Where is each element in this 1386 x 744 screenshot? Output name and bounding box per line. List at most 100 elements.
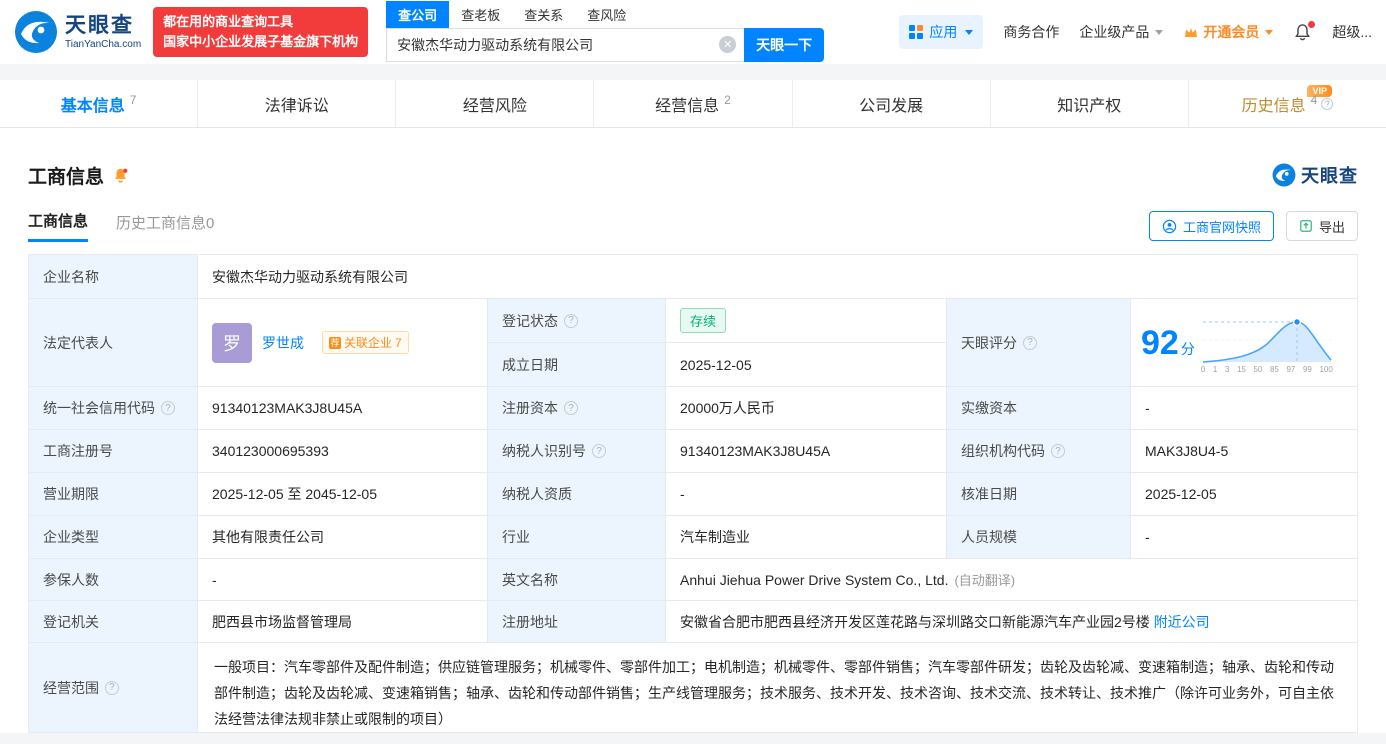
apps-menu[interactable]: 应用	[899, 15, 983, 49]
field-value-reg-authority: 肥西县市场监督管理局	[198, 601, 488, 643]
field-label-legal-rep: 法定代表人	[29, 299, 198, 387]
field-label-tyc-score: 天眼评分?	[947, 299, 1131, 387]
company-tabs: 基本信息 7 法律诉讼 经营风险 经营信息 2 公司发展 知识产权 VIP 历史…	[0, 80, 1386, 128]
field-label-reg-capital: 注册资本?	[488, 387, 666, 430]
field-value-credit-code: 91340123MAK3J8U45A	[198, 387, 488, 430]
crown-icon	[1183, 25, 1199, 39]
tab-label: 经营信息	[655, 92, 719, 116]
apps-grid-icon	[909, 25, 923, 39]
business-info-table: 企业名称 安徽杰华动力驱动系统有限公司 法定代表人 罗 罗世成 荐 关联企业 7…	[28, 254, 1358, 733]
subtab-history-business-info[interactable]: 历史工商信息0	[116, 212, 214, 241]
nav-business-cooperation[interactable]: 商务合作	[1003, 22, 1059, 42]
page-bottom-gap	[0, 733, 1386, 744]
watermark-brand: 天眼查	[1301, 162, 1358, 188]
export-button[interactable]: 导出	[1286, 211, 1358, 241]
main-content: 工商信息 天眼查 工商信息 历史工商信息0	[0, 160, 1386, 733]
field-label-establish-date: 成立日期	[488, 343, 666, 387]
tab-company-development[interactable]: 公司发展	[793, 80, 991, 127]
tab-label: 基本信息	[61, 92, 125, 116]
field-value-insured-count: -	[198, 559, 488, 601]
tab-operation-info[interactable]: 经营信息 2	[594, 80, 792, 127]
field-label-paid-capital: 实缴资本	[947, 387, 1131, 430]
legal-rep-avatar[interactable]: 罗	[212, 323, 252, 363]
notification-dot	[1308, 21, 1315, 28]
info-icon[interactable]: ?	[564, 401, 578, 415]
clear-search-icon[interactable]: ✕	[719, 36, 736, 53]
search-tab-relation[interactable]: 查关系	[512, 1, 575, 28]
brand-domain: TianYanCha.com	[65, 39, 141, 50]
field-value-reg-status: 存续	[666, 299, 947, 343]
search-button[interactable]: 天眼一下	[744, 28, 824, 62]
info-icon[interactable]: ?	[161, 401, 175, 415]
header-nav: 应用 商务合作 企业级产品 开通会员 超级...	[899, 15, 1372, 49]
tab-intellectual-property[interactable]: 知识产权	[991, 80, 1189, 127]
promo-line2: 国家中小企业发展子基金旗下机构	[163, 32, 358, 52]
score-number: 92分	[1141, 326, 1195, 360]
subtab-business-info[interactable]: 工商信息	[28, 210, 88, 242]
subtab-row: 工商信息 历史工商信息0 工商官网快照 导出	[28, 210, 1358, 242]
chevron-down-icon	[1155, 30, 1163, 35]
tab-count: 4	[1311, 93, 1318, 107]
search-tabs: 查公司 查老板 查关系 查风险	[386, 3, 824, 28]
tab-label: 知识产权	[1057, 92, 1121, 116]
info-icon[interactable]: ?	[1023, 336, 1037, 350]
legal-rep-link[interactable]: 罗世成	[262, 333, 304, 353]
tianyancha-logo-icon	[14, 10, 58, 54]
field-value-org-code: MAK3J8U4-5	[1131, 430, 1358, 473]
nav-enterprise-label: 企业级产品	[1079, 22, 1149, 42]
tianyancha-logo-icon	[1272, 163, 1296, 187]
related-icon: 荐	[329, 337, 341, 349]
brand-name: 天眼查	[65, 14, 141, 37]
nav-open-vip[interactable]: 开通会员	[1183, 22, 1273, 42]
tab-count: 2	[724, 93, 731, 107]
field-label-company-type: 企业类型	[29, 516, 198, 559]
field-label-reg-status: 登记状态?	[488, 299, 666, 343]
info-icon[interactable]: ?	[1321, 98, 1333, 110]
field-label-reg-address: 注册地址	[488, 601, 666, 643]
promo-line1: 都在用的商业查询工具	[163, 12, 358, 32]
field-label-business-term: 营业期限	[29, 473, 198, 516]
search-tab-company[interactable]: 查公司	[386, 1, 449, 28]
related-label: 关联企业	[344, 334, 392, 351]
auto-translate-note: (自动翻译)	[954, 570, 1015, 589]
field-value-reg-number: 340123000695393	[198, 430, 488, 473]
field-value-tyc-score: 92分 0131550859799100	[1131, 299, 1358, 387]
field-label-staff-size: 人员规模	[947, 516, 1131, 559]
info-icon[interactable]: ?	[592, 444, 606, 458]
nav-enterprise-products[interactable]: 企业级产品	[1079, 22, 1163, 42]
search-input[interactable]	[386, 28, 744, 62]
nearby-companies-link[interactable]: 附近公司	[1154, 612, 1210, 632]
chevron-down-icon	[1265, 30, 1273, 35]
info-icon[interactable]: ?	[105, 681, 119, 695]
tianyancha-logo[interactable]: 天眼查 TianYanCha.com	[14, 10, 141, 54]
field-value-taxpayer-id: 91340123MAK3J8U45A	[666, 430, 947, 473]
page-title: 工商信息	[28, 162, 104, 189]
field-label-approval-date: 核准日期	[947, 473, 1131, 516]
info-icon[interactable]: ?	[1051, 444, 1065, 458]
search-tab-risk[interactable]: 查风险	[575, 1, 638, 28]
field-value-business-term: 2025-12-05 至 2045-12-05	[198, 473, 488, 516]
tab-operation-risk[interactable]: 经营风险	[396, 80, 594, 127]
field-label-reg-number: 工商注册号	[29, 430, 198, 473]
subscribe-bell-icon[interactable]	[112, 167, 129, 184]
related-companies-badge[interactable]: 荐 关联企业 7	[322, 331, 409, 354]
notifications-bell[interactable]	[1293, 23, 1312, 42]
field-label-reg-authority: 登记机关	[29, 601, 198, 643]
nav-super[interactable]: 超级...	[1332, 22, 1372, 42]
score-curve-chart	[1201, 312, 1333, 364]
field-label-credit-code: 统一社会信用代码?	[29, 387, 198, 430]
tab-history-info[interactable]: VIP 历史信息 4 ?	[1189, 80, 1386, 127]
field-value-establish-date: 2025-12-05	[666, 343, 947, 387]
info-icon[interactable]: ?	[564, 314, 578, 328]
tab-count: 7	[130, 93, 137, 107]
tab-legal-litigation[interactable]: 法律诉讼	[198, 80, 396, 127]
promo-banner: 都在用的商业查询工具 国家中小企业发展子基金旗下机构	[153, 7, 368, 57]
nav-super-label: 超级...	[1332, 22, 1372, 42]
search-tab-boss[interactable]: 查老板	[449, 1, 512, 28]
search-row: ✕ 天眼一下	[386, 28, 824, 62]
official-snapshot-button[interactable]: 工商官网快照	[1149, 211, 1274, 241]
tab-basic-info[interactable]: 基本信息 7	[0, 80, 198, 127]
watermark-logo: 天眼查	[1272, 162, 1358, 188]
chevron-down-icon	[965, 30, 973, 35]
score-axis-labels: 0131550859799100	[1201, 365, 1333, 374]
